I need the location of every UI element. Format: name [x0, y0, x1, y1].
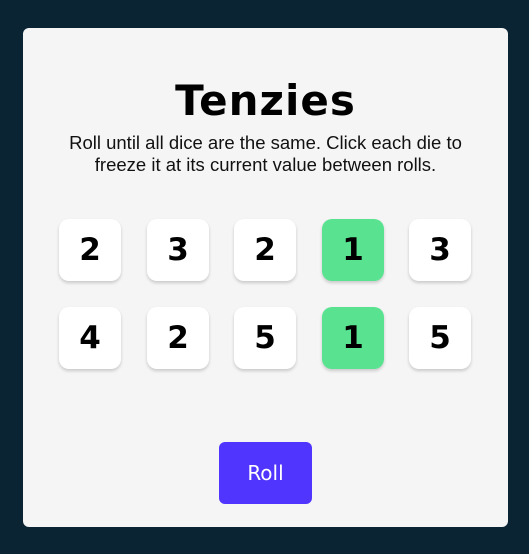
die-10[interactable]: 5: [409, 307, 471, 369]
die-8[interactable]: 5: [234, 307, 296, 369]
game-card: Tenzies Roll until all dice are the same…: [23, 28, 508, 527]
die-7[interactable]: 2: [147, 307, 209, 369]
die-3[interactable]: 2: [234, 219, 296, 281]
die-6[interactable]: 4: [59, 307, 121, 369]
page-title: Tenzies: [175, 76, 356, 125]
die-2[interactable]: 3: [147, 219, 209, 281]
roll-button[interactable]: Roll: [219, 442, 312, 504]
die-1[interactable]: 2: [59, 219, 121, 281]
die-9[interactable]: 1: [322, 307, 384, 369]
instructions-text: Roll until all dice are the same. Click …: [69, 132, 462, 175]
die-4[interactable]: 1: [322, 219, 384, 281]
die-5[interactable]: 3: [409, 219, 471, 281]
